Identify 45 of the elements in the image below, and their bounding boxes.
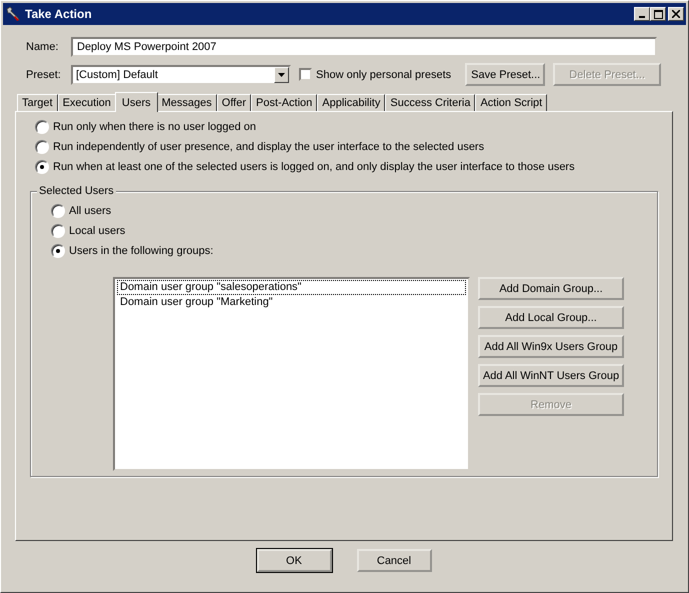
- close-icon: [672, 10, 680, 18]
- window-title: Take Action: [25, 7, 93, 21]
- radio-label: All users: [69, 205, 112, 217]
- tab[interactable]: Applicability: [317, 94, 386, 111]
- name-field[interactable]: Deploy MS Powerpoint 2007: [71, 37, 657, 57]
- close-button[interactable]: [668, 7, 684, 21]
- group-action-button[interactable]: Add All Win9x Users Group: [478, 335, 624, 358]
- save-preset-button[interactable]: Save Preset...: [465, 63, 546, 86]
- tab[interactable]: Offer: [216, 94, 252, 111]
- tab[interactable]: Action Script: [475, 94, 548, 111]
- maximize-button[interactable]: [650, 7, 666, 21]
- radio-button[interactable]: [35, 140, 49, 154]
- tab[interactable]: Success Criteria: [385, 94, 476, 111]
- radio-button[interactable]: [51, 204, 65, 218]
- checkbox-label: Show only personal presets: [316, 68, 452, 80]
- minimize-button[interactable]: [634, 7, 650, 21]
- group-action-button[interactable]: Add Local Group...: [478, 306, 624, 329]
- radio-button[interactable]: [51, 244, 65, 258]
- radio-label: Run only when there is no user logged on: [53, 121, 256, 133]
- wrench-icon: [5, 6, 21, 22]
- preset-dropdown[interactable]: [Custom] Default: [71, 64, 291, 84]
- radio-label: Users in the following groups:: [69, 245, 214, 257]
- cancel-button[interactable]: Cancel: [356, 549, 432, 572]
- tab[interactable]: Messages: [156, 94, 217, 111]
- list-item[interactable]: Domain user group "Marketing": [117, 295, 466, 310]
- preset-label: Preset:: [25, 68, 62, 80]
- ok-button[interactable]: OK: [256, 549, 332, 572]
- radio-button[interactable]: [51, 224, 65, 238]
- group-action-button[interactable]: Add Domain Group...: [478, 277, 624, 300]
- tab[interactable]: Execution: [58, 94, 116, 111]
- radio-label: Local users: [69, 225, 126, 237]
- radio-label: Run independently of user presence, and display the user interface to the selected users: [53, 141, 484, 153]
- tab[interactable]: Post-Action: [251, 94, 318, 111]
- caret-icon: [278, 72, 285, 76]
- radio-button[interactable]: [35, 160, 49, 174]
- group-action-button[interactable]: Add All WinNT Users Group: [478, 364, 624, 387]
- tab[interactable]: Target: [17, 94, 58, 111]
- tab[interactable]: Users: [114, 92, 158, 112]
- checkbox[interactable]: [299, 68, 312, 81]
- group-title: Selected Users: [37, 185, 116, 197]
- radio-label: Run when at least one of the selected users is logged on, and only display the user interface to those users: [53, 161, 575, 173]
- radio-button[interactable]: [35, 120, 49, 134]
- maximize-icon: [654, 10, 662, 18]
- name-label: Name:: [25, 41, 60, 53]
- list-item[interactable]: Domain user group "salesoperations": [117, 280, 466, 295]
